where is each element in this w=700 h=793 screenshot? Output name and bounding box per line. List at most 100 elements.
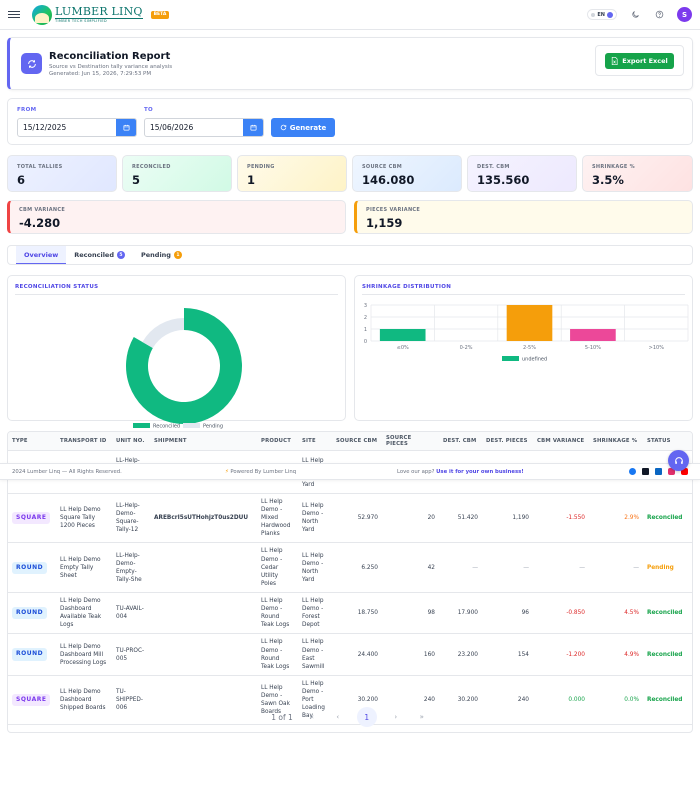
generate-button[interactable]: Generate [271,118,335,137]
linkedin-icon[interactable] [655,468,662,475]
facebook-icon[interactable] [629,468,636,475]
stat-source-cbm: SOURCE CBM 146.080 [352,155,462,192]
stat-label: PENDING [247,164,275,170]
dest-pieces-cell: 1,190 [482,493,533,544]
column-header[interactable]: CBM VARIANCE [533,432,589,451]
table-row[interactable]: ROUND LL Help Demo Dashboard Available T… [8,592,692,635]
column-header[interactable]: TYPE [8,432,56,451]
tab-label: Pending [141,251,171,259]
shipment-cell [150,542,257,594]
stat-total-tallies: TOTAL TALLIES 6 [7,155,117,192]
generated-timestamp: Generated: Jun 15, 2026, 7:29:53 PM [49,71,152,77]
shipment-cell: AREBcrI5sUTHohjzT0us2DUU [150,493,257,544]
unit-cell: LL-Help-Demo-Empty-Tally-She [112,542,150,594]
stat-shrinkage: SHRINKAGE % 3.5% [582,155,693,192]
last-page-icon[interactable]: » [415,710,429,724]
column-header[interactable]: DEST. PIECES [482,432,533,451]
count-badge: 5 [117,251,125,259]
from-date-input[interactable]: 15/12/2025 [17,118,137,137]
page-title: Reconciliation Report [49,51,171,62]
x-icon[interactable] [642,468,649,475]
column-header[interactable]: SHRINKAGE % [589,432,643,451]
column-header[interactable]: DEST. CBM [439,432,482,451]
column-header[interactable]: TRANSPORT ID [56,432,112,451]
help-icon[interactable] [653,9,665,21]
transport-cell: LL Help Demo Dashboard Mill Processing L… [56,633,112,676]
stat-label: CBM VARIANCE [19,207,66,213]
user-avatar[interactable]: S [677,7,692,22]
export-container: Export Excel [595,45,684,76]
moon-icon[interactable] [629,9,641,21]
transport-cell: LL Help Demo Square Tally 1200 Pieces [56,493,112,544]
app-tagline: TIMBER TECH SIMPLIFIED [55,17,143,24]
shrinkage-cell: — [589,542,643,594]
stat-label: RECONCILED [132,164,171,170]
cbm-variance-cell: -1.200 [533,633,589,676]
next-page-icon[interactable]: › [389,710,403,724]
refresh-icon [21,53,42,74]
page-count: 1 of 1 [271,712,293,722]
shipment-cell [150,592,257,635]
site-cell: LL Help Demo - East Sawmill [298,633,332,676]
table-row[interactable]: ROUND LL Help Demo Dashboard Mill Proces… [8,633,692,676]
status-cell: Reconciled [643,592,692,635]
file-excel-icon [612,56,618,65]
column-header[interactable]: SHIPMENT [150,432,257,451]
unit-cell: LL-Help-Demo-Square-Tally-12 [112,493,150,544]
current-page-button[interactable]: 1 [356,707,377,727]
prev-page-icon[interactable]: ‹ [331,710,345,724]
column-header[interactable]: UNIT NO. [112,432,150,451]
site-cell: LL Help Demo - Forest Depot [298,592,332,635]
app-logo[interactable]: LUMBER LINQ TIMBER TECH SIMPLIFIED [32,4,143,25]
stat-reconciled: RECONCILED 5 [122,155,232,192]
type-badge: ROUND [12,561,48,574]
y-tick-label: 1 [364,327,367,333]
column-header[interactable]: PRODUCT [257,432,298,451]
y-tick-label: 2 [364,315,367,321]
dest-pieces-cell: 154 [482,633,533,676]
language-toggle[interactable]: EN [587,9,617,20]
column-header[interactable]: SOURCE PIECES [382,432,439,451]
menu-icon[interactable] [8,10,20,19]
support-headset-button[interactable] [668,450,689,471]
to-date-input[interactable]: 15/06/2026 [144,118,264,137]
table-header: TYPE TRANSPORT ID UNIT NO. SHIPMENT PROD… [8,432,692,451]
stat-pending: PENDING 1 [237,155,347,192]
column-header[interactable]: STATUS [643,432,692,451]
bolt-icon: ⚡ [225,468,229,475]
toggle-knob [607,11,613,18]
tab-overview[interactable]: Overview [16,246,67,264]
table-row[interactable]: SQUARE LL Help Demo Square Tally 1200 Pi… [8,493,692,544]
source-pieces-cell: 160 [382,633,439,676]
tab-label: Reconciled [74,251,114,259]
column-header[interactable]: SOURCE CBM [332,432,382,451]
export-excel-button[interactable]: Export Excel [605,52,674,69]
x-tick-label: >10% [649,345,665,351]
tab-reconciled[interactable]: Reconciled 5 [66,246,133,264]
source-cbm-cell: 18.750 [332,592,382,635]
y-tick-label: 3 [364,303,367,309]
stat-value: 5 [132,173,141,187]
love-text: Love our app? Use it for your own busine… [397,469,524,475]
powered-text: Powered By Lumber Linq [230,468,297,475]
date-filter: FROM 15/12/2025 TO 15/06/2026 Generate [7,98,693,145]
transport-cell: LL Help Demo Dashboard Available Teak Lo… [56,592,112,635]
first-page-icon[interactable]: « [305,710,319,724]
calendar-icon[interactable] [116,119,136,136]
footer-bar: 2024 Lumber Linq — All Rights Reserved. … [0,463,700,480]
product-cell: LL Help Demo - Mixed Hardwood Planks [257,493,298,544]
from-date-value: 15/12/2025 [23,123,67,132]
shrinkage-cell: 4.9% [589,633,643,676]
generate-label: Generate [289,123,327,132]
column-header[interactable]: SITE [298,432,332,451]
calendar-icon[interactable] [243,119,263,136]
table-row[interactable]: ROUND LL Help Demo Empty Tally Sheet LL-… [8,542,692,594]
stat-dest-cbm: DEST. CBM 135.560 [467,155,577,192]
tab-pending[interactable]: Pending 1 [133,246,190,264]
cta-link[interactable]: Use it for your own business! [436,469,524,475]
dest-cbm-cell: 51.420 [439,493,482,544]
source-cbm-cell: 24.400 [332,633,382,676]
copyright-text: 2024 Lumber Linq — All Rights Reserved. [12,468,122,475]
stat-label: TOTAL TALLIES [17,164,63,170]
product-cell: LL Help Demo - Cedar Utility Poles [257,542,298,594]
